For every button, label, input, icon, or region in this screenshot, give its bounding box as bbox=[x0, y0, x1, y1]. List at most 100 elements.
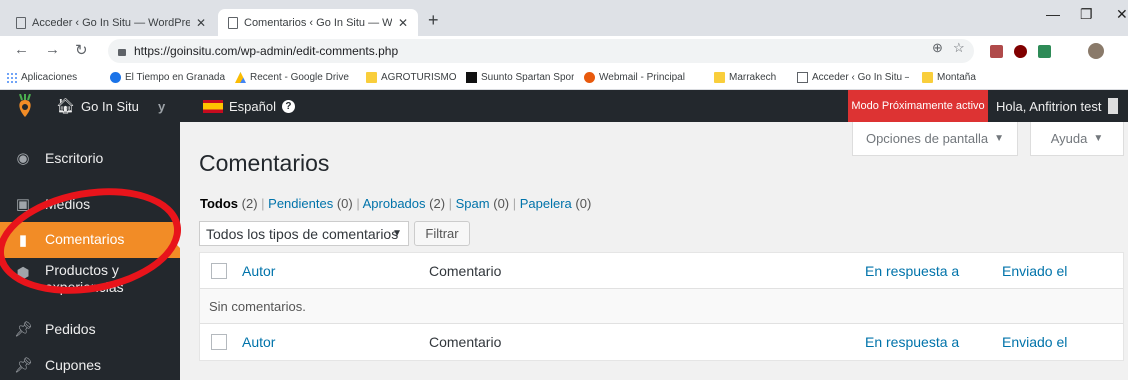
bookmark-montana[interactable]: Montaña bbox=[922, 72, 976, 83]
table-row: Sin comentarios. bbox=[200, 289, 1123, 324]
home-icon: 🏠︎ bbox=[56, 98, 76, 115]
filter-trash-count: (0) bbox=[575, 196, 592, 211]
filter-all-count: (2) bbox=[241, 196, 258, 211]
filter-spam[interactable]: Spam bbox=[456, 196, 490, 211]
pin-icon: 📌︎ bbox=[14, 321, 34, 338]
language-label: Español bbox=[229, 98, 276, 114]
comments-table: Autor Comentario En respuesta a Enviado … bbox=[199, 252, 1124, 361]
site-logo[interactable] bbox=[14, 90, 36, 122]
filter-approved-count: (2) bbox=[429, 196, 446, 211]
active-arrow bbox=[172, 232, 180, 248]
screen-options-button[interactable]: Opciones de pantalla ▼ bbox=[852, 122, 1018, 156]
bookmarks-bar: Aplicaciones El Tiempo en Granada Recent… bbox=[0, 66, 1128, 90]
extension-icon[interactable] bbox=[990, 45, 1003, 58]
column-date[interactable]: Enviado el bbox=[1002, 263, 1067, 279]
table-footer: Autor Comentario En respuesta a Enviado … bbox=[200, 324, 1123, 360]
sidebar-item-escritorio[interactable]: ◉ Escritorio bbox=[0, 144, 180, 172]
coming-soon-badge[interactable]: Modo Próximamente activo bbox=[848, 90, 988, 122]
column-response[interactable]: En respuesta a bbox=[865, 263, 959, 279]
bookmark-agroturismo[interactable]: AGROTURISMO bbox=[366, 72, 457, 83]
bookmark-drive[interactable]: Recent - Google Drive bbox=[235, 72, 357, 83]
caret-down-icon: ▼ bbox=[1093, 133, 1104, 144]
greeting: Hola, Anfitrion test bbox=[996, 98, 1102, 114]
product-icon: ⬢ bbox=[16, 265, 30, 282]
yoast-icon[interactable]: y bbox=[158, 90, 165, 122]
language-switcher[interactable]: Español ? bbox=[203, 90, 295, 122]
extension-icon[interactable] bbox=[1038, 45, 1051, 58]
filter-trash[interactable]: Papelera bbox=[520, 196, 572, 211]
carrot-logo-icon bbox=[19, 94, 31, 117]
filter-button[interactable]: Filtrar bbox=[414, 221, 470, 246]
column-comment: Comentario bbox=[429, 334, 502, 350]
folder-icon bbox=[714, 72, 725, 83]
site-name: Go In Situ bbox=[81, 98, 139, 114]
minimize-icon[interactable]: — bbox=[1046, 6, 1060, 22]
sidebar-item-productos[interactable]: ⬢ Productos y experiencias bbox=[0, 260, 180, 304]
column-date[interactable]: Enviado el bbox=[1002, 334, 1067, 350]
folder-icon bbox=[922, 72, 933, 83]
profile-avatar-icon[interactable] bbox=[1088, 43, 1104, 59]
help-button[interactable]: Ayuda ▼ bbox=[1030, 122, 1124, 156]
webmail-icon bbox=[584, 72, 595, 83]
filter-all[interactable]: Todos bbox=[200, 196, 238, 211]
comment-type-select[interactable]: Todos los tipos de comentarios ▼ bbox=[199, 221, 409, 246]
tab-close-icon[interactable]: ✕ bbox=[196, 16, 206, 30]
comment-status-filters: Todos (2) | Pendientes (0) | Aprobados (… bbox=[200, 196, 592, 211]
select-all-checkbox[interactable] bbox=[211, 334, 227, 350]
no-comments-text: Sin comentarios. bbox=[209, 299, 306, 314]
column-author[interactable]: Autor bbox=[242, 334, 275, 350]
sidebar-item-cupones[interactable]: 📌︎ Cupones bbox=[0, 352, 180, 378]
address-bar-row: ← → ↻ https://goinsitu.com/wp-admin/edit… bbox=[0, 36, 1128, 66]
bookmark-tiempo[interactable]: El Tiempo en Granada bbox=[110, 72, 226, 83]
tab-title: Comentarios ‹ Go In Situ — WordPress bbox=[244, 16, 392, 29]
bookmark-webmail[interactable]: Webmail - Principal bbox=[584, 72, 685, 83]
filter-pending[interactable]: Pendientes bbox=[268, 196, 333, 211]
wp-admin-bar: 🏠︎ Go In Situ y Español ? Modo Próximame… bbox=[0, 90, 1128, 122]
folder-icon bbox=[366, 72, 377, 83]
window-close-icon[interactable]: ✕ bbox=[1116, 6, 1128, 23]
dashboard-icon: ◉ bbox=[16, 150, 30, 167]
tab-close-icon[interactable]: ✕ bbox=[398, 16, 408, 30]
column-response[interactable]: En respuesta a bbox=[865, 334, 959, 350]
select-value: Todos los tipos de comentarios bbox=[206, 225, 399, 242]
bookmark-apps[interactable]: Aplicaciones bbox=[6, 72, 77, 83]
browser-tab-comentarios[interactable]: Comentarios ‹ Go In Situ — WordPress ✕ bbox=[218, 9, 418, 36]
caret-down-icon: ▼ bbox=[392, 228, 402, 239]
apps-grid-icon bbox=[6, 72, 17, 83]
bookmark-acceder[interactable]: Acceder ‹ Go In Situ — bbox=[797, 72, 909, 83]
page-title: Comentarios bbox=[199, 150, 330, 176]
filter-approved[interactable]: Aprobados bbox=[363, 196, 426, 211]
spain-flag-icon bbox=[203, 99, 223, 113]
media-icon: ▣ bbox=[15, 196, 31, 213]
bookmark-suunto[interactable]: Suunto Spartan Sport bbox=[466, 72, 574, 83]
sidebar-item-pedidos[interactable]: 📌︎ Pedidos bbox=[0, 316, 180, 342]
column-comment: Comentario bbox=[429, 263, 502, 279]
sidebar-item-medios[interactable]: ▣ Medios bbox=[0, 190, 180, 218]
suunto-icon bbox=[466, 72, 477, 83]
browser-tab-acceder[interactable]: Acceder ‹ Go In Situ — WordPress ✕ bbox=[6, 9, 216, 36]
caret-down-icon: ▼ bbox=[994, 133, 1005, 144]
browser-tabstrip: Acceder ‹ Go In Situ — WordPress ✕ Comen… bbox=[0, 0, 1128, 36]
filter-pending-count: (0) bbox=[336, 196, 353, 211]
sidebar-item-comentarios[interactable]: ▮ Comentarios bbox=[0, 222, 180, 258]
lock-icon bbox=[118, 48, 126, 56]
zoom-icon[interactable]: ⊕ bbox=[932, 40, 943, 56]
column-author[interactable]: Autor bbox=[242, 263, 275, 279]
ublock-icon[interactable] bbox=[1014, 45, 1027, 58]
star-icon[interactable]: ☆ bbox=[953, 40, 965, 56]
restore-icon[interactable]: ❐ bbox=[1080, 6, 1093, 23]
tab-title: Acceder ‹ Go In Situ — WordPress bbox=[32, 16, 190, 29]
url-input[interactable]: https://goinsitu.com/wp-admin/edit-comme… bbox=[108, 39, 974, 63]
site-name-menu[interactable]: 🏠︎ Go In Situ bbox=[56, 90, 139, 122]
avatar bbox=[1107, 98, 1118, 114]
url-text: https://goinsitu.com/wp-admin/edit-comme… bbox=[134, 44, 399, 58]
page-icon bbox=[16, 16, 26, 29]
new-tab-icon[interactable]: + bbox=[428, 10, 439, 31]
reload-icon[interactable]: ↻ bbox=[75, 41, 88, 59]
weather-icon bbox=[110, 72, 121, 83]
back-icon[interactable]: ← bbox=[14, 41, 29, 58]
select-all-checkbox[interactable] bbox=[211, 263, 227, 279]
bookmark-marrakech[interactable]: Marrakech bbox=[714, 72, 776, 83]
account-menu[interactable]: Hola, Anfitrion test bbox=[996, 90, 1118, 122]
forward-icon[interactable]: → bbox=[45, 41, 60, 58]
